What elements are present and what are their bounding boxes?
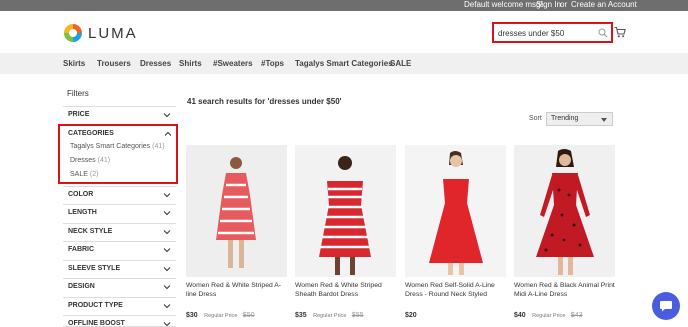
category-option-dresses[interactable]: Dresses (41): [70, 157, 110, 164]
regular-price-label: Regular Price: [313, 313, 347, 319]
filter-color[interactable]: COLOR: [63, 186, 176, 203]
results-title: 41 search results for 'dresses under $50…: [187, 97, 342, 106]
nav-item-tagalys-smart-categories[interactable]: Tagalys Smart Categories: [295, 59, 393, 68]
category-option-sale[interactable]: SALE (2): [70, 171, 98, 178]
regular-price: $55: [351, 312, 364, 319]
luma-logo-icon: [64, 24, 82, 42]
filter-offline-boost[interactable]: OFFLINE BOOST: [63, 315, 176, 327]
sign-in-link[interactable]: Sign In: [536, 0, 561, 9]
sort-value: Trending: [551, 115, 579, 122]
chevron-down-icon: [163, 113, 171, 118]
filter-length[interactable]: LENGTH: [63, 204, 176, 221]
regular-price: $50: [242, 312, 255, 319]
luma-logo[interactable]: LUMA: [63, 23, 136, 43]
filter-sleeve-style[interactable]: SLEEVE STYLE: [63, 260, 176, 277]
product-image[interactable]: [295, 145, 396, 277]
product-price: $30: [186, 312, 198, 319]
chevron-down-icon: [163, 211, 171, 216]
product-price: $20: [405, 312, 417, 319]
product-image[interactable]: [514, 145, 615, 277]
chevron-up-icon[interactable]: [164, 131, 172, 137]
nav-item-trousers[interactable]: Trousers: [97, 59, 131, 68]
filter-categories: CATEGORIES Tagalys Smart Categories (41)…: [58, 124, 178, 184]
dropdown-arrow-icon: [601, 118, 607, 122]
or-text: or: [560, 0, 568, 9]
regular-price: $43: [570, 312, 583, 319]
chat-button[interactable]: [652, 292, 680, 320]
regular-price-label: Regular Price: [532, 313, 566, 319]
product-price: $35: [295, 312, 307, 319]
filter-fabric[interactable]: FABRIC: [63, 241, 176, 258]
nav-item-sweaters[interactable]: #Sweaters: [213, 59, 253, 68]
welcome-message: Default welcome msg!: [464, 0, 543, 9]
product-name[interactable]: Women Red Self-Solid A-Line Dress - Roun…: [405, 281, 509, 299]
filter-label[interactable]: CATEGORIES: [68, 130, 114, 137]
nav-item-dresses[interactable]: Dresses: [140, 59, 171, 68]
filter-product-type[interactable]: PRODUCT TYPE: [63, 297, 176, 314]
price-row: $40 Regular Price $43: [514, 304, 583, 322]
search-box[interactable]: [492, 22, 613, 43]
product-name[interactable]: Women Red & Black Animal Print Midi A-Li…: [514, 281, 618, 299]
filter-price[interactable]: PRICE: [63, 106, 176, 123]
product-image[interactable]: [405, 145, 506, 277]
logo-text: LUMA: [88, 25, 138, 42]
nav-item-skirts[interactable]: Skirts: [63, 59, 85, 68]
sort-select[interactable]: Trending: [546, 112, 613, 126]
price-row: $30 Regular Price $50: [186, 304, 255, 322]
product-name[interactable]: Women Red & White Striped Sheath Bardot …: [295, 281, 399, 299]
category-nav: Skirts Trousers Dresses Shirts #Sweaters…: [0, 53, 688, 74]
category-option-tagalys[interactable]: Tagalys Smart Categories (41): [70, 143, 165, 150]
price-row: $35 Regular Price $55: [295, 304, 364, 322]
chevron-down-icon: [163, 285, 171, 290]
nav-item-tops[interactable]: #Tops: [261, 59, 284, 68]
filter-design[interactable]: DESIGN: [63, 278, 176, 295]
chevron-down-icon: [163, 230, 171, 235]
chevron-down-icon: [163, 304, 171, 309]
cart-icon[interactable]: [614, 26, 626, 38]
chevron-down-icon: [163, 322, 171, 327]
chevron-down-icon: [163, 248, 171, 253]
nav-item-sale[interactable]: SALE: [390, 59, 411, 68]
create-account-link[interactable]: Create an Account: [571, 0, 637, 9]
filter-neck-style[interactable]: NECK STYLE: [63, 223, 176, 240]
chevron-down-icon: [163, 267, 171, 272]
product-name[interactable]: Women Red & White Striped A-line Dress: [186, 281, 290, 299]
sort-label: Sort: [529, 115, 542, 122]
filters-title: Filters: [67, 89, 89, 98]
product-price: $40: [514, 312, 526, 319]
search-input[interactable]: [498, 27, 594, 39]
chevron-down-icon: [163, 193, 171, 198]
regular-price-label: Regular Price: [204, 313, 238, 319]
top-header-bar: Default welcome msg! Sign In or Create a…: [0, 0, 688, 11]
price-row: $20: [405, 304, 417, 322]
chat-bubble-icon: [660, 301, 672, 312]
filter-label: PRICE: [68, 111, 90, 118]
search-icon[interactable]: [598, 28, 608, 38]
product-image[interactable]: [186, 145, 287, 277]
nav-item-shirts[interactable]: Shirts: [179, 59, 202, 68]
